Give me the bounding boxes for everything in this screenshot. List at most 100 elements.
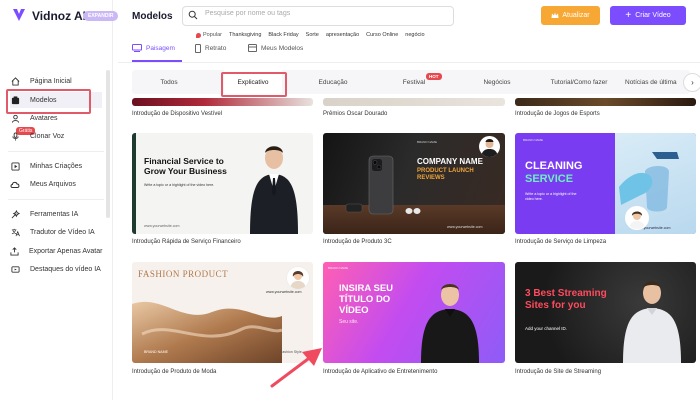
template-title: CLEANING: [525, 160, 583, 172]
template-title: 3 Best Streaming Sites for you: [525, 288, 607, 311]
template-caption[interactable]: Introdução Rápida de Serviço Financeiro: [132, 239, 241, 245]
brand-tag: BRAND NAME: [417, 140, 438, 144]
template-caption[interactable]: Introdução de Produto 3C: [323, 239, 392, 245]
create-video-button[interactable]: + Criar Vídeo: [610, 6, 686, 25]
template-subtitle: Add your channel ID.: [525, 326, 568, 331]
template-thumbnail[interactable]: [323, 98, 505, 106]
portrait-icon: [195, 44, 201, 53]
template-url: www.yourwebsite.com: [266, 290, 302, 294]
sidebar-item-label: Ferramentas IA: [30, 210, 79, 218]
hot-badge: HOT: [426, 73, 442, 80]
popular-label: Popular: [196, 32, 222, 38]
presenter-avatar: [290, 271, 306, 289]
export-avatar-icon: [10, 246, 19, 256]
template-title: Financial Service to Grow Your Business: [144, 156, 227, 176]
category-education[interactable]: Educação: [303, 70, 363, 94]
tag-chip[interactable]: Curso Online: [366, 32, 398, 38]
voice-clone-icon: [10, 131, 20, 141]
search-placeholder: Pesquise por nome ou tags: [205, 10, 291, 17]
upgrade-button[interactable]: Atualizar: [541, 6, 600, 25]
sidebar-item-video-highlights[interactable]: Destaques do vídeo IA: [10, 261, 102, 277]
cloud-files-icon: [10, 179, 20, 189]
watch-image: [345, 203, 363, 213]
sidebar-item-my-creations[interactable]: Minhas Criações: [10, 158, 102, 174]
category-business[interactable]: Negócios: [468, 70, 526, 94]
sidebar-item-ai-tools[interactable]: Ferramentas IA: [10, 206, 102, 222]
presenter-bubble: [479, 136, 500, 157]
phone-image: [368, 155, 394, 215]
tag-chip[interactable]: Black Friday: [268, 32, 298, 38]
template-caption[interactable]: Introdução de Jogos de Esports: [515, 111, 600, 117]
tab-portrait[interactable]: Retrato: [195, 44, 226, 53]
template-subtitle: Write a topic or a highlight of the vide…: [525, 192, 577, 201]
category-tutorial[interactable]: Tutorial/Como fazer: [536, 70, 622, 94]
chevron-right-icon: ›: [691, 78, 694, 87]
template-footer: www.yourwebsite.com: [447, 225, 483, 229]
category-breaking-news[interactable]: Notícias de última: [625, 70, 683, 94]
sidebar-item-label: Avatares: [30, 114, 58, 122]
template-card-streaming[interactable]: 3 Best Streaming Sites for you Add your …: [515, 262, 696, 363]
sidebar-item-label: Minhas Criações: [30, 162, 83, 170]
next-category-button[interactable]: ›: [683, 73, 700, 92]
expand-badge[interactable]: EXPANDIR: [83, 11, 119, 21]
template-card-cleaning[interactable]: BRAND NAME CLEANING SERVICE Write a topi…: [515, 133, 696, 234]
vidnoz-logo-icon[interactable]: [12, 8, 26, 22]
sidebar-item-home[interactable]: Página Inicial: [10, 73, 102, 89]
template-card-financial[interactable]: Financial Service to Grow Your Business …: [132, 133, 313, 234]
ai-tools-icon: [10, 209, 20, 219]
presenter-bubble: [625, 206, 649, 230]
sidebar-item-label: Meus Arquivos: [30, 180, 76, 188]
tag-chip[interactable]: Thanksgiving: [229, 32, 261, 38]
template-caption[interactable]: Introdução de Produto de Moda: [132, 369, 216, 375]
template-caption[interactable]: Introdução de Dispositivo Vestível: [132, 111, 222, 117]
template-title: INSIRA SEU TÍTULO DO VÍDEO: [339, 283, 394, 316]
accent-bar: [132, 133, 136, 234]
spray-bottle-image: [619, 152, 679, 212]
earbuds-image: [405, 208, 421, 214]
presenter-avatar: [421, 284, 479, 363]
home-icon: [10, 76, 20, 86]
tag-chip[interactable]: Sorte: [306, 32, 319, 38]
sidebar-item-voice-clone[interactable]: Clonar Voz: [10, 128, 102, 144]
template-caption[interactable]: Introdução de Serviço de Limpeza: [515, 239, 606, 245]
template-card-3c-product[interactable]: BRAND NAME COMPANY NAME PRODUCT LAUNCH R…: [323, 133, 505, 234]
tab-landscape[interactable]: Paisagem: [132, 44, 175, 52]
tag-chip[interactable]: apresentação: [326, 32, 359, 38]
template-highlight: SERVICE: [525, 173, 574, 185]
template-card-entertainment[interactable]: BRAND NAME INSIRA SEU TÍTULO DO VÍDEO Se…: [323, 262, 505, 363]
tab-label: Paisagem: [146, 44, 175, 52]
presenter-avatar: [250, 146, 298, 234]
page-title: Modelos: [132, 11, 173, 22]
sidebar-item-label: Tradutor de Vídeo IA: [30, 228, 95, 236]
upgrade-label: Atualizar: [562, 12, 590, 19]
tab-my-templates[interactable]: Meus Modelos: [248, 44, 303, 52]
sidebar-scrollbar[interactable]: [106, 70, 110, 218]
sidebar-item-label: Exportar Apenas Avatar: [29, 247, 103, 255]
sidebar-item-video-translator[interactable]: Tradutor de Vídeo IA: [10, 224, 102, 240]
annotation-arrow-icon: [270, 348, 322, 388]
template-thumbnail[interactable]: [132, 98, 313, 106]
tab-label: Retrato: [205, 45, 227, 52]
sidebar-item-label: Clonar Voz: [30, 132, 65, 140]
crown-icon: [551, 12, 559, 18]
brand-name[interactable]: Vidnoz AI: [32, 9, 86, 23]
brand-tag: BRAND NAME: [328, 266, 349, 270]
highlight-box-explainer: [221, 72, 287, 97]
popular-tags: Popular Thanksgiving Black Friday Sorte …: [196, 30, 425, 40]
template-thumbnail[interactable]: [515, 98, 696, 106]
template-subtitle: Seu site.: [339, 319, 359, 325]
template-title: COMPANY NAME: [417, 157, 483, 166]
my-creations-icon: [10, 161, 20, 171]
sidebar-item-avatars[interactable]: Avatares: [10, 110, 102, 126]
presenter-avatar: [623, 281, 681, 363]
sidebar-item-my-files[interactable]: Meus Arquivos: [10, 176, 102, 192]
tag-chip[interactable]: negócio: [405, 32, 424, 38]
template-caption[interactable]: Introdução de Aplicativo de Entretenimen…: [323, 369, 437, 375]
landscape-icon: [132, 44, 142, 52]
template-caption[interactable]: Introdução de Site de Streaming: [515, 369, 601, 375]
template-footer-left: BRAND NAME: [144, 350, 168, 354]
template-caption[interactable]: Prêmios Oscar Dourado: [323, 111, 387, 117]
presenter-avatar: [629, 211, 645, 229]
sidebar-item-export-avatar[interactable]: Exportar Apenas Avatar: [10, 243, 102, 259]
category-all[interactable]: Todos: [140, 70, 198, 94]
